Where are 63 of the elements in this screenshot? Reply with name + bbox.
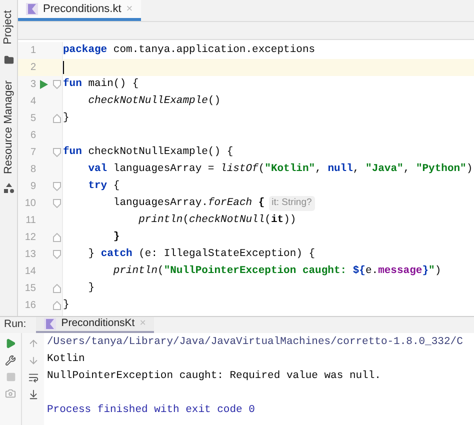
code-line: val languagesArray = listOf("Kotlin", null, "Java", "Python") xyxy=(87,162,473,177)
line-number: 6 xyxy=(29,129,36,143)
console-line: /Users/tanya/Library/Java/JavaVirtualMachines/corretto-1.8.0_332/C xyxy=(47,334,463,350)
run-icon[interactable] xyxy=(40,80,48,89)
down-arrow-icon[interactable] xyxy=(28,355,38,366)
run-tab[interactable]: PreconditionsKt × xyxy=(36,317,154,333)
camera-icon[interactable] xyxy=(5,388,16,399)
fold-marker-icon[interactable] xyxy=(53,80,61,89)
line-number: 13 xyxy=(24,248,36,262)
fold-marker-icon[interactable] xyxy=(53,182,61,191)
stop-icon[interactable] xyxy=(6,372,16,382)
console-line: Kotlin xyxy=(47,352,85,367)
fold-marker-icon[interactable] xyxy=(53,301,61,310)
line-number: 2 xyxy=(29,61,36,75)
tool-window-button[interactable]: Resource Manager xyxy=(0,80,17,174)
code-line: } catch (e: IllegalStateException) { xyxy=(87,246,316,262)
code-line: package com.tanya.application.exceptions xyxy=(63,42,316,58)
line-number: 12 xyxy=(24,231,36,245)
code-line: fun checkNotNullExample() { xyxy=(63,144,234,160)
line-number: 11 xyxy=(24,214,36,228)
code-line: try { xyxy=(87,178,120,194)
up-arrow-icon[interactable] xyxy=(28,338,38,349)
code-line: } xyxy=(63,298,70,313)
shapes-icon xyxy=(4,182,14,193)
code-line: } xyxy=(63,110,70,126)
line-number: 7 xyxy=(29,146,36,160)
text-cursor xyxy=(63,61,64,74)
console-line: NullPointerException caught: Required value was null. xyxy=(47,368,381,384)
fold-marker-icon[interactable] xyxy=(53,250,61,259)
folder-icon xyxy=(4,55,14,66)
fold-marker-icon[interactable] xyxy=(53,284,61,293)
editor-tab[interactable]: Preconditions.kt × xyxy=(18,0,141,21)
line-number: 8 xyxy=(29,163,36,177)
fold-marker-icon[interactable] xyxy=(53,199,61,208)
tab-title: Preconditions.kt xyxy=(43,2,122,17)
code-line: println(checkNotNull(it)) xyxy=(138,212,296,228)
line-number: 1 xyxy=(29,44,36,58)
console-line: Process finished with exit code 0 xyxy=(47,402,255,418)
code-line: checkNotNullExample() xyxy=(87,94,221,109)
fold-marker-icon[interactable] xyxy=(53,233,61,242)
code-line: languagesArray.forEach { it: String? xyxy=(63,196,315,212)
panel-title: Run: xyxy=(4,317,26,332)
code-line: } xyxy=(87,280,95,296)
line-number: 16 xyxy=(24,299,36,313)
scroll-to-end-icon[interactable] xyxy=(28,389,38,400)
soft-wrap-icon[interactable] xyxy=(28,372,38,383)
fold-marker-icon[interactable] xyxy=(53,114,61,123)
line-number: 10 xyxy=(24,197,36,211)
line-number: 9 xyxy=(29,180,36,194)
kotlin-file-icon xyxy=(44,318,56,330)
code-line: println("NullPointerException caught: ${e.message}") xyxy=(112,264,442,279)
tool-window-button[interactable]: Project xyxy=(0,10,17,45)
run-icon[interactable] xyxy=(5,338,16,349)
kotlin-file-icon xyxy=(26,3,38,15)
line-number: 14 xyxy=(24,265,36,279)
line-number: 4 xyxy=(29,95,36,109)
line-number: 5 xyxy=(29,112,36,126)
code-line: } xyxy=(112,230,120,245)
fold-marker-icon[interactable] xyxy=(53,148,61,157)
line-number: 15 xyxy=(24,282,36,296)
line-number: 3 xyxy=(29,78,36,92)
wrench-icon[interactable] xyxy=(5,355,16,366)
code-line: fun main() { xyxy=(63,76,139,92)
